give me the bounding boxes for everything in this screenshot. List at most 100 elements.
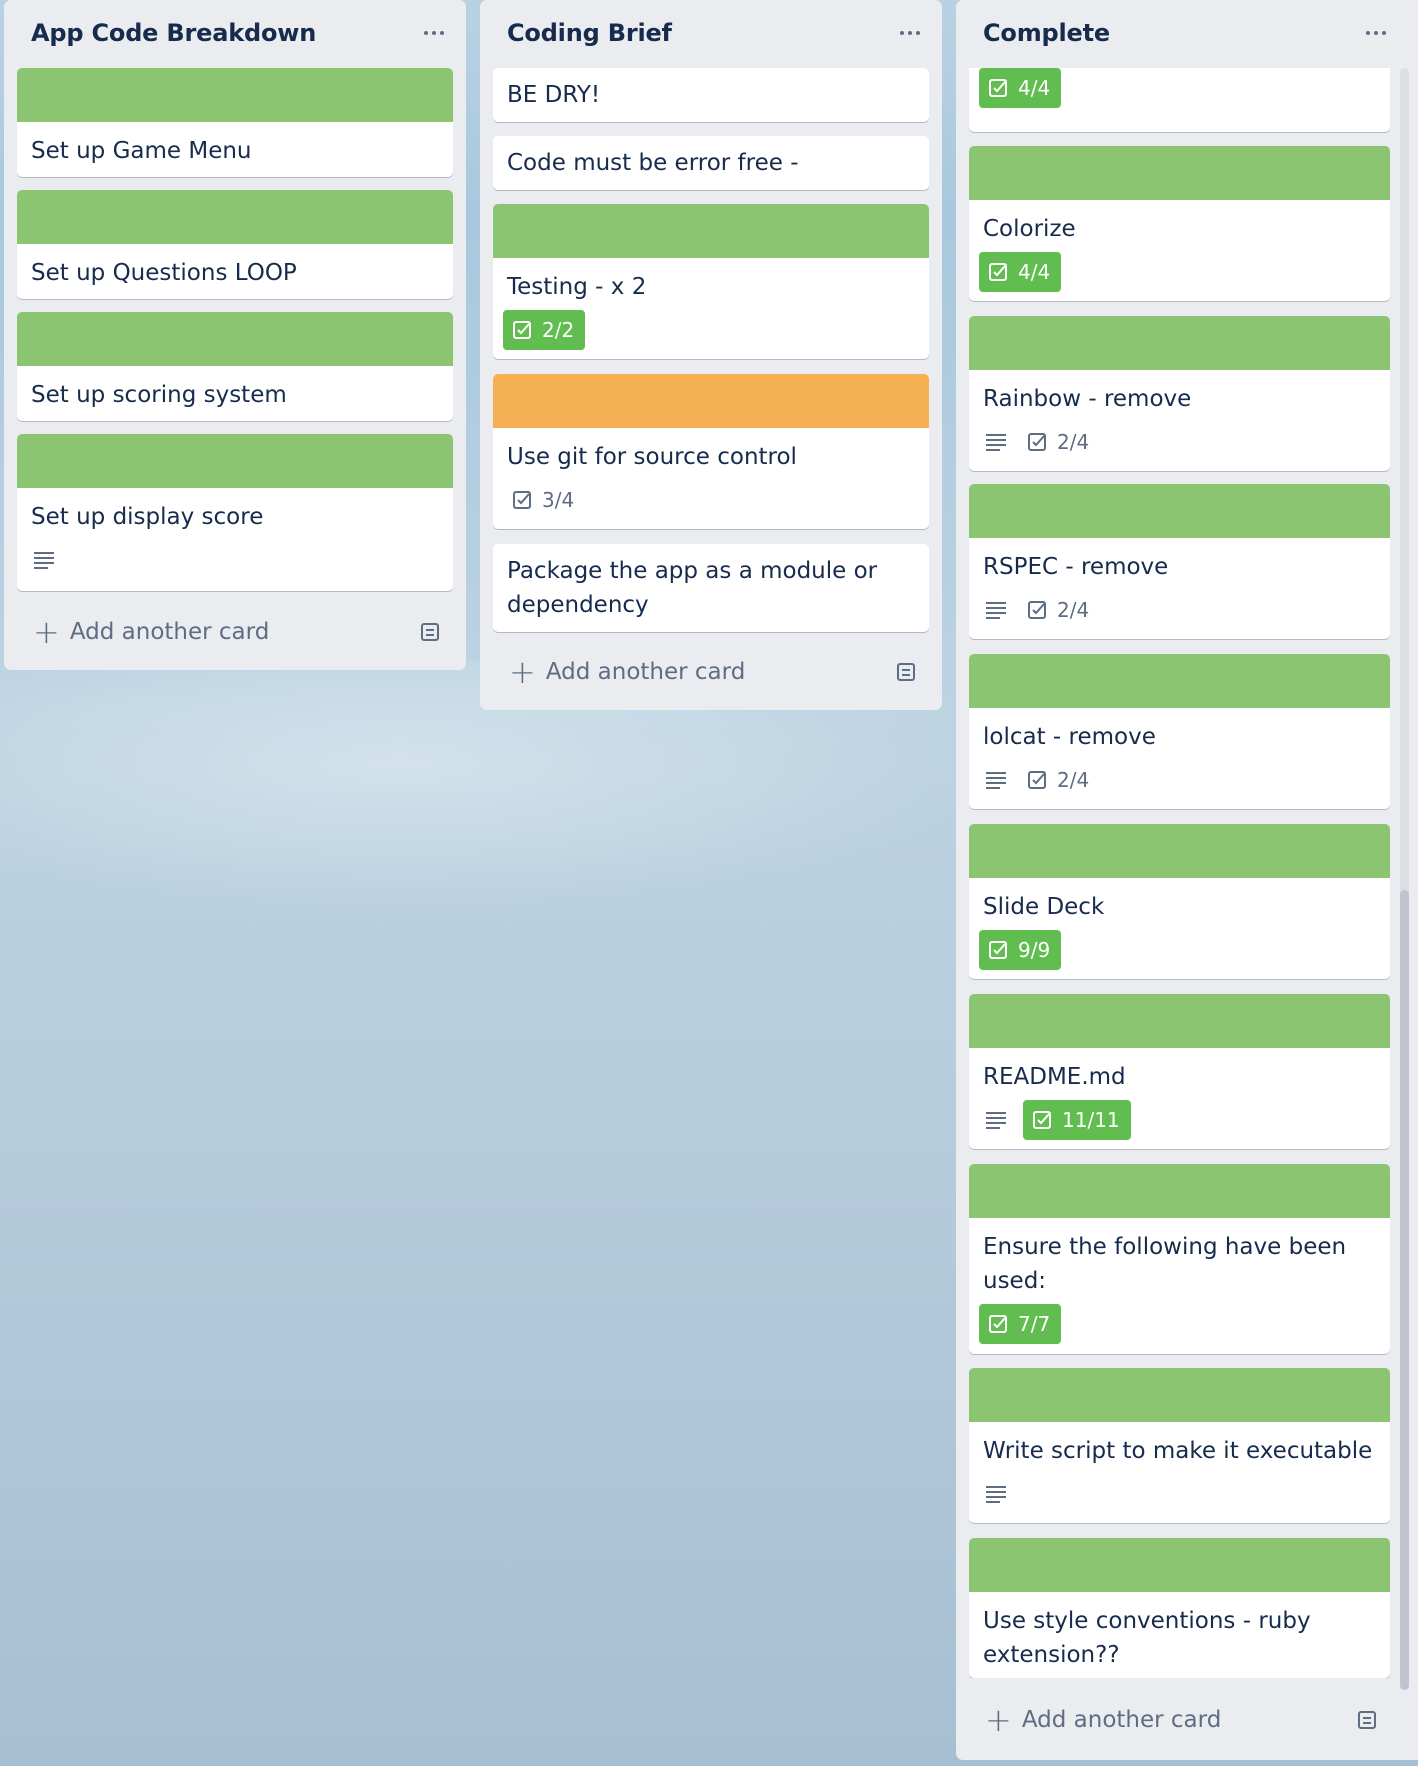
checklist-badge: 2/4 bbox=[1023, 760, 1100, 800]
checkbox-icon bbox=[513, 491, 531, 509]
checklist-badge: 4/4 bbox=[979, 252, 1062, 292]
add-card-label: Add another card bbox=[69, 619, 270, 645]
list-title[interactable]: Complete bbox=[983, 19, 1110, 47]
checkbox-icon bbox=[1033, 1111, 1051, 1129]
card-title: Use git for source control bbox=[507, 444, 797, 470]
list-header: Coding Brief bbox=[480, 0, 942, 68]
card-cover bbox=[969, 654, 1390, 708]
card-badges: 7/7 bbox=[979, 1304, 1390, 1344]
card[interactable]: Set up scoring system bbox=[17, 312, 453, 421]
card[interactable]: Testing - x 2 2/2 bbox=[493, 204, 929, 359]
card-title: Colorize bbox=[983, 216, 1076, 242]
card[interactable]: README.md 11/11 bbox=[969, 994, 1390, 1149]
card-title: lolcat - remove bbox=[983, 724, 1156, 750]
card-title: Write script to make it executable bbox=[983, 1438, 1373, 1464]
card[interactable]: Code must be error free - bbox=[493, 136, 929, 190]
card-title: BE DRY! bbox=[507, 82, 601, 108]
card-badges: 9/9 bbox=[979, 930, 1390, 970]
card-template-icon[interactable] bbox=[419, 621, 441, 643]
card-badges: 4/4 bbox=[979, 252, 1390, 292]
card[interactable]: Use style conventions - ruby extension?? bbox=[969, 1538, 1390, 1678]
card-badges: 4/4 bbox=[979, 68, 1390, 108]
card-title: Rainbow - remove bbox=[983, 386, 1192, 412]
plus-icon: + bbox=[33, 613, 60, 651]
checklist-count: 3/4 bbox=[542, 488, 575, 512]
description-icon bbox=[986, 1486, 1006, 1503]
checkbox-icon bbox=[989, 1315, 1007, 1333]
card-cover bbox=[17, 68, 453, 122]
checklist-badge: 2/2 bbox=[503, 310, 586, 350]
card-template-icon[interactable] bbox=[895, 661, 917, 683]
card[interactable]: Write script to make it executable bbox=[969, 1368, 1390, 1523]
add-card-label: Add another card bbox=[1021, 1707, 1222, 1733]
card-title: Set up display score bbox=[31, 504, 264, 530]
list-app-code-breakdown: App Code Breakdown Set up Game Menu Set … bbox=[4, 0, 466, 670]
list-header: Complete bbox=[956, 0, 1418, 68]
checkbox-icon bbox=[989, 79, 1007, 97]
card-title: Ensure the following have been used: bbox=[983, 1234, 1347, 1294]
checklist-count: 2/4 bbox=[1057, 598, 1090, 622]
description-icon bbox=[986, 772, 1006, 789]
card-cover bbox=[969, 1164, 1390, 1218]
add-card-label: Add another card bbox=[545, 659, 746, 685]
card[interactable]: Use git for source control 3/4 bbox=[493, 374, 929, 529]
list-title[interactable]: App Code Breakdown bbox=[31, 19, 316, 47]
add-card-button[interactable]: + Add another card bbox=[493, 650, 929, 694]
card-cover bbox=[17, 190, 453, 244]
ellipsis-icon[interactable] bbox=[1356, 16, 1396, 50]
add-card-button[interactable]: + Add another card bbox=[17, 610, 453, 654]
card[interactable]: Set up display score bbox=[17, 434, 453, 591]
card-title: Set up scoring system bbox=[31, 382, 287, 408]
checkbox-icon bbox=[989, 941, 1007, 959]
list-complete: Complete 4/4 Colorize 4/4 Rainbow - remo… bbox=[956, 0, 1418, 1760]
checklist-badge: 4/4 bbox=[979, 68, 1062, 108]
list-scrollbar-thumb[interactable] bbox=[1400, 890, 1409, 1690]
checklist-badge: 2/4 bbox=[1023, 590, 1100, 630]
card-title: RSPEC - remove bbox=[983, 554, 1169, 580]
checklist-badge: 9/9 bbox=[979, 930, 1062, 970]
checklist-count: 7/7 bbox=[1018, 1312, 1051, 1336]
checklist-count: 11/11 bbox=[1062, 1108, 1120, 1132]
card-badges: 11/11 bbox=[979, 1100, 1390, 1140]
checklist-count: 2/4 bbox=[1057, 768, 1090, 792]
list-header: App Code Breakdown bbox=[4, 0, 466, 68]
card-badges bbox=[979, 1474, 1390, 1514]
card-cover bbox=[17, 312, 453, 366]
card-badges: 2/4 bbox=[979, 590, 1390, 630]
card[interactable]: Set up Questions LOOP bbox=[17, 190, 453, 299]
card-badges: 2/4 bbox=[979, 760, 1390, 800]
checkbox-icon bbox=[1028, 601, 1046, 619]
add-card-button[interactable]: + Add another card bbox=[969, 1698, 1390, 1742]
card[interactable]: BE DRY! bbox=[493, 68, 929, 122]
list-coding-brief: Coding Brief BE DRY! Code must be error … bbox=[480, 0, 942, 710]
card[interactable]: RSPEC - remove 2/4 bbox=[969, 484, 1390, 639]
card-cover bbox=[493, 374, 929, 428]
description-icon bbox=[986, 1112, 1006, 1129]
checklist-badge: 2/4 bbox=[1023, 422, 1100, 462]
ellipsis-icon[interactable] bbox=[890, 16, 930, 50]
card-cover bbox=[969, 316, 1390, 370]
card-cover bbox=[969, 484, 1390, 538]
description-icon bbox=[986, 434, 1006, 451]
card[interactable]: Package the app as a module or dependenc… bbox=[493, 544, 929, 632]
card-badges: 3/4 bbox=[503, 480, 929, 520]
checklist-count: 9/9 bbox=[1018, 938, 1051, 962]
card-title: Code must be error free - bbox=[507, 150, 799, 176]
card-list: 4/4 Colorize 4/4 Rainbow - remove 2/4 RS… bbox=[969, 68, 1390, 1678]
card-title: README.md bbox=[983, 1064, 1126, 1090]
card-title: Slide Deck bbox=[983, 894, 1105, 920]
ellipsis-icon[interactable] bbox=[414, 16, 454, 50]
card[interactable]: 4/4 bbox=[969, 68, 1390, 132]
card[interactable]: Set up Game Menu bbox=[17, 68, 453, 177]
card[interactable]: lolcat - remove 2/4 bbox=[969, 654, 1390, 809]
checklist-count: 2/4 bbox=[1057, 430, 1090, 454]
card-template-icon[interactable] bbox=[1356, 1709, 1378, 1731]
card[interactable]: Ensure the following have been used: 7/7 bbox=[969, 1164, 1390, 1354]
card[interactable]: Colorize 4/4 bbox=[969, 146, 1390, 301]
card-cover bbox=[969, 994, 1390, 1048]
list-title[interactable]: Coding Brief bbox=[507, 19, 672, 47]
card-cover bbox=[17, 434, 453, 488]
card-title: Set up Questions LOOP bbox=[31, 260, 297, 286]
card[interactable]: Rainbow - remove 2/4 bbox=[969, 316, 1390, 471]
card[interactable]: Slide Deck 9/9 bbox=[969, 824, 1390, 979]
